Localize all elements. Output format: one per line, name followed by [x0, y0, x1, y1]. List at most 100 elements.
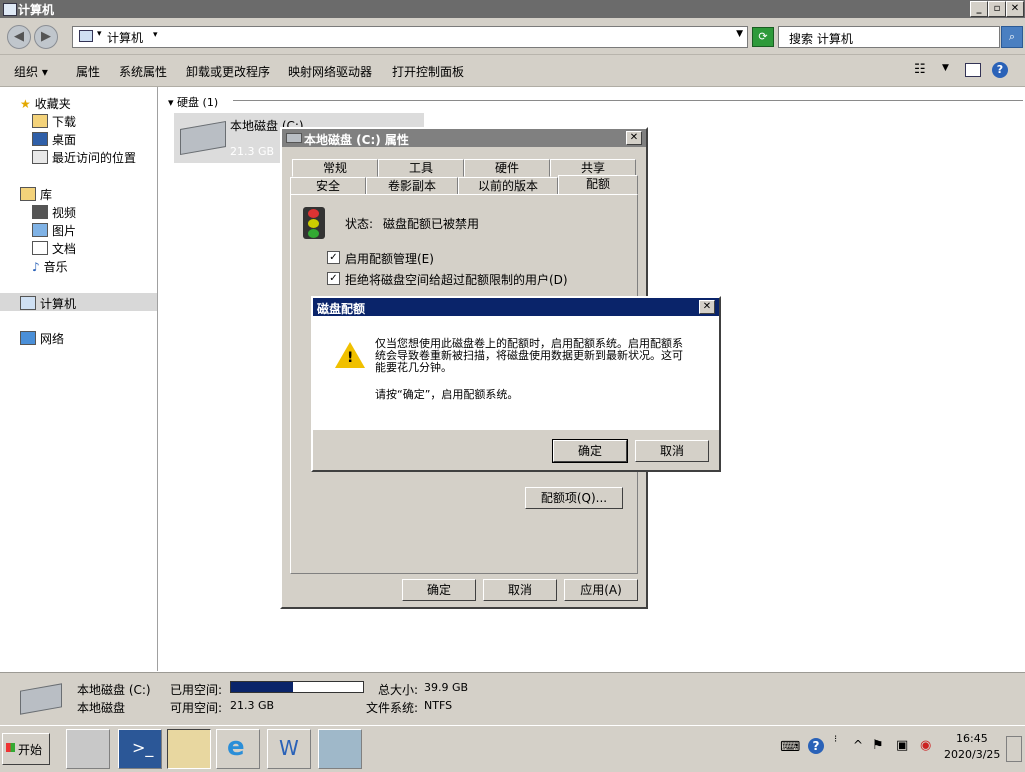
system-properties-button[interactable]: 系统属性	[119, 63, 167, 80]
refresh-button[interactable]: ⟳	[752, 27, 774, 47]
chevron-down-icon[interactable]: ▼	[942, 63, 949, 73]
organize-button[interactable]: 组织 ▾	[14, 63, 48, 80]
quota-close-button[interactable]: ✕	[699, 300, 715, 314]
clock-time[interactable]: 16:45	[956, 732, 988, 745]
volume-muted-icon[interactable]: ◉	[920, 738, 931, 753]
tab-previous-versions[interactable]: 以前的版本	[458, 177, 558, 195]
show-desktop-button[interactable]	[1006, 736, 1022, 762]
window-titlebar: 计算机 _ ▫ ✕	[0, 0, 1025, 18]
nav-music[interactable]: ♪ 音乐	[32, 258, 68, 275]
tab-general[interactable]: 常规	[292, 159, 378, 177]
network-icon	[20, 331, 36, 345]
details-type: 本地磁盘	[77, 701, 126, 715]
ie-icon[interactable]: e	[216, 729, 260, 769]
help-icon[interactable]: ?	[992, 62, 1008, 78]
group-header[interactable]: ▾ 硬盘 (1)	[168, 94, 218, 110]
nav-desktop[interactable]: 桌面	[32, 131, 76, 148]
details-total-label: 总大小:	[378, 683, 419, 697]
address-bar[interactable]: ▾ 计算机 ▾ ▼	[72, 26, 748, 48]
deny-space-checkbox[interactable]: ✓	[327, 272, 340, 285]
properties-ok-button[interactable]: 确定	[402, 579, 476, 601]
uninstall-button[interactable]: 卸载或更改程序	[186, 63, 270, 80]
hard-drive-icon	[180, 120, 226, 156]
forward-button[interactable]: ▶	[34, 25, 58, 49]
enable-quota-checkbox[interactable]: ✓	[327, 251, 340, 264]
status-label: 状态:	[345, 217, 374, 231]
properties-apply-button[interactable]: 应用(A)	[564, 579, 638, 601]
nav-recent[interactable]: 最近访问的位置	[32, 149, 136, 166]
quota-message-area: ! 仅当您想使用此磁盘卷上的配额时，启用配额系统。启用配额系统会导致卷重新被扫描…	[313, 316, 719, 430]
drive-icon	[286, 133, 302, 143]
usage-bar	[230, 681, 364, 693]
preview-pane-icon[interactable]	[965, 63, 981, 77]
picture-icon	[32, 223, 48, 237]
tab-hardware[interactable]: 硬件	[464, 159, 550, 177]
address-path: 计算机	[107, 31, 144, 45]
back-button[interactable]: ◀	[7, 25, 31, 49]
taskbar: 开始 >_ e W ⌨ ? ⁝ ^ ⚑ ▣ ◉ 16:45 2020/3/25	[0, 725, 1025, 772]
app-icon[interactable]	[318, 729, 362, 769]
explorer-icon[interactable]	[167, 729, 211, 769]
quota-ok-button[interactable]: 确定	[552, 439, 628, 463]
desktop-icon	[32, 132, 48, 146]
computer-icon	[3, 3, 17, 16]
details-fs-label: 文件系统:	[366, 701, 419, 715]
nav-computer[interactable]: 计算机	[0, 293, 157, 311]
chevron-down-icon[interactable]: ▾	[153, 30, 158, 40]
nav-favorites[interactable]: ★ 收藏夹	[20, 95, 71, 112]
library-icon	[20, 187, 36, 201]
status-value: 磁盘配额已被禁用	[383, 217, 480, 231]
control-panel-button[interactable]: 打开控制面板	[392, 63, 464, 80]
warning-mark: !	[347, 350, 354, 366]
nav-downloads[interactable]: 下载	[32, 113, 76, 130]
start-button[interactable]: 开始	[2, 733, 50, 765]
language-icon[interactable]: ⁝	[834, 734, 837, 745]
enable-quota-label[interactable]: 启用配额管理(E)	[345, 250, 434, 267]
address-row: ◀ ▶ ▾ 计算机 ▾ ▼ ⟳ 搜索 计算机 ⌕	[0, 18, 1025, 55]
shield-icon[interactable]: W	[267, 729, 311, 769]
tab-shadow-copies[interactable]: 卷影副本	[366, 177, 458, 195]
details-free-label: 可用空间:	[170, 701, 223, 715]
close-button[interactable]: ✕	[1006, 1, 1024, 17]
tab-security[interactable]: 安全	[290, 177, 366, 195]
drive-free: 21.3 GB	[230, 145, 275, 158]
downloads-icon	[32, 114, 48, 128]
powershell-icon[interactable]: >_	[118, 729, 162, 769]
nav-pictures[interactable]: 图片	[32, 222, 76, 239]
properties-close-button[interactable]: ✕	[626, 131, 642, 145]
tab-tools[interactable]: 工具	[378, 159, 464, 177]
view-options-icon[interactable]: ☷	[914, 62, 926, 77]
server-manager-icon[interactable]	[66, 729, 110, 769]
traffic-light-icon	[303, 207, 325, 239]
network-tray-icon[interactable]: ▣	[896, 738, 908, 753]
hard-drive-icon	[20, 683, 62, 715]
chevron-up-icon[interactable]: ^	[853, 738, 863, 752]
properties-cancel-button[interactable]: 取消	[483, 579, 557, 601]
help-icon[interactable]: ?	[808, 738, 824, 754]
map-drive-button[interactable]: 映射网络驱动器	[288, 63, 372, 80]
music-icon: ♪	[32, 260, 40, 274]
address-dropdown-icon[interactable]: ▼	[736, 29, 743, 39]
recent-places-icon	[32, 150, 48, 164]
details-pane: 本地磁盘 (C:) 本地磁盘 已用空间: 可用空间: 21.3 GB 总大小: …	[0, 672, 1025, 725]
properties-button[interactable]: 属性	[76, 63, 100, 80]
document-icon	[32, 241, 48, 255]
flag-icon[interactable]: ⚑	[872, 738, 884, 753]
search-icon[interactable]: ⌕	[1001, 26, 1023, 48]
nav-documents[interactable]: 文档	[32, 240, 76, 257]
tab-quota[interactable]: 配额	[558, 175, 638, 194]
search-input[interactable]: 搜索 计算机	[778, 26, 1000, 48]
navigation-pane: ★ 收藏夹 下载 桌面 最近访问的位置 库 视频 图片 文档 ♪ 音乐 计算机 网络	[0, 87, 158, 671]
keyboard-icon[interactable]: ⌨	[780, 739, 800, 755]
nav-network[interactable]: 网络	[20, 330, 64, 347]
quota-title: 磁盘配额	[317, 302, 366, 316]
nav-videos[interactable]: 视频	[32, 204, 76, 221]
restore-button[interactable]: ▫	[988, 1, 1006, 17]
deny-space-label[interactable]: 拒绝将磁盘空间给超过配额限制的用户(D)	[345, 271, 568, 288]
details-name: 本地磁盘 (C:)	[77, 683, 151, 697]
quota-entries-button[interactable]: 配额项(Q)...	[525, 487, 623, 509]
nav-libraries[interactable]: 库	[20, 186, 52, 203]
quota-cancel-button[interactable]: 取消	[635, 440, 709, 462]
clock-date[interactable]: 2020/3/25	[944, 748, 1000, 761]
minimize-button[interactable]: _	[970, 1, 988, 17]
